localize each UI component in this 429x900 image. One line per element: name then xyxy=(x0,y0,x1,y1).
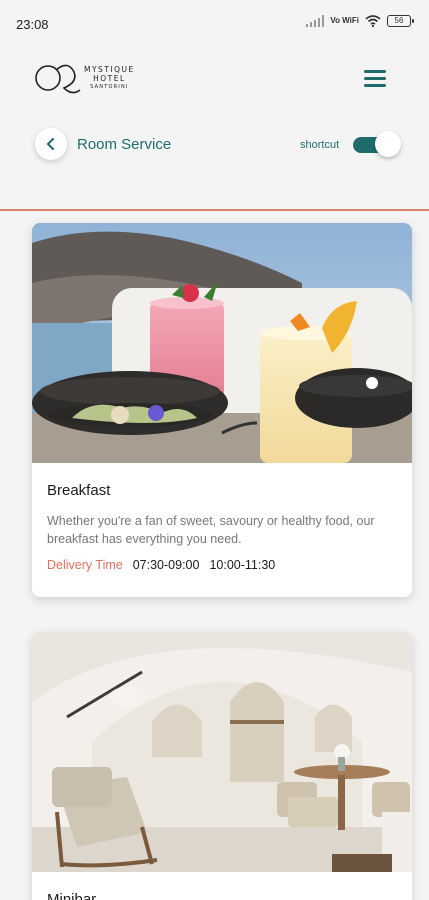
wifi-icon xyxy=(365,15,381,27)
service-list[interactable]: Breakfast Whether you're a fan of sweet,… xyxy=(0,211,429,900)
breakfast-image xyxy=(32,223,412,463)
service-card-breakfast[interactable]: Breakfast Whether you're a fan of sweet,… xyxy=(32,223,412,597)
card-title: Breakfast xyxy=(47,482,111,499)
delivery-times: Delivery Time 07:30-09:00 10:00-11:30 xyxy=(47,558,275,572)
card-title: Minibar xyxy=(47,891,97,900)
minibar-image xyxy=(32,632,412,872)
delivery-label: Delivery Time xyxy=(47,558,123,572)
page-title: Room Service xyxy=(77,136,172,153)
hotel-logo: MYSTIQUE HOTEL SANTORINI xyxy=(34,60,144,98)
back-button[interactable] xyxy=(35,128,67,160)
shortcut-label: shortcut xyxy=(300,139,340,151)
app-header: MYSTIQUE HOTEL SANTORINI Room Service sh… xyxy=(0,50,429,210)
card-description: Whether you're a fan of sweet, savoury o… xyxy=(47,514,375,546)
network-type: Vo WiFi xyxy=(330,16,359,25)
signal-icon xyxy=(306,15,325,27)
status-time: 23:08 xyxy=(16,17,49,32)
battery-icon: 56 xyxy=(387,15,414,27)
status-icons: Vo WiFi 56 xyxy=(306,15,414,27)
delivery-slot: 07:30-09:00 xyxy=(132,558,200,572)
status-bar: 23:08 Vo WiFi 56 xyxy=(0,0,429,50)
back-chevron-icon xyxy=(46,138,54,150)
delivery-slot: 10:00-11:30 xyxy=(209,558,276,572)
shortcut-toggle[interactable] xyxy=(353,131,401,157)
service-card-minibar[interactable]: Minibar xyxy=(32,632,412,900)
menu-icon[interactable] xyxy=(364,70,386,87)
logo-text: MYSTIQUE HOTEL SANTORINI xyxy=(84,65,135,90)
logo-mark xyxy=(35,64,81,94)
